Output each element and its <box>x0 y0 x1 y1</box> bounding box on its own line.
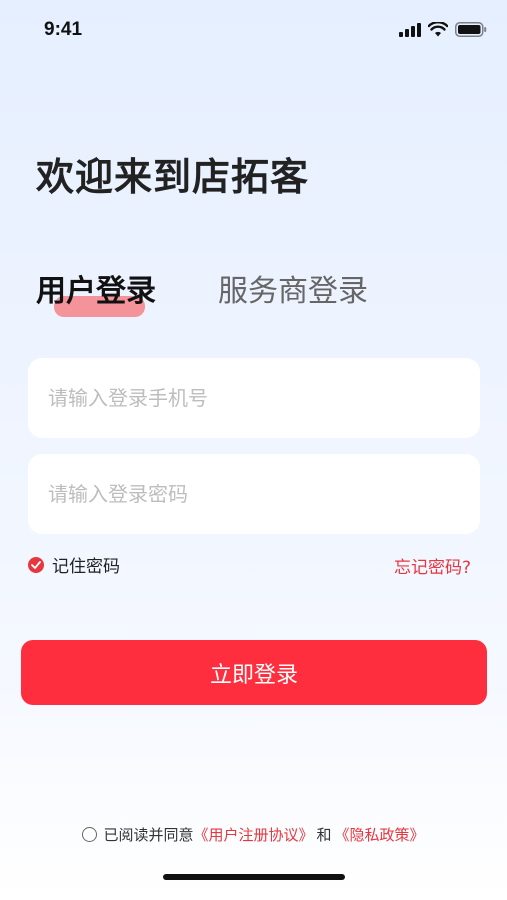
status-time: 9:41 <box>44 19 83 40</box>
agreement-prefix: 已阅读并同意 <box>103 826 194 844</box>
phone-input[interactable] <box>28 358 480 438</box>
tab-user-login[interactable]: 用户登录 <box>36 266 156 310</box>
home-indicator <box>163 874 345 880</box>
battery-icon <box>455 22 487 37</box>
user-agreement-link[interactable]: 《用户注册协议》 <box>193 824 313 845</box>
cellular-signal-icon <box>399 22 421 37</box>
agreement-radio-icon[interactable] <box>82 827 98 842</box>
agreement-conjunction: 和 <box>316 826 332 844</box>
agreement-row: 已阅读并同意 《用户注册协议》 和 《隐私政策》 <box>0 824 507 845</box>
page-title: 欢迎来到店拓客 <box>36 155 310 199</box>
tab-provider-login[interactable]: 服务商登录 <box>218 266 368 310</box>
privacy-policy-link[interactable]: 《隐私政策》 <box>335 824 425 845</box>
status-bar: 9:41 <box>0 0 507 62</box>
status-icons <box>399 22 487 37</box>
checkmark-icon[interactable] <box>28 556 44 573</box>
password-input[interactable] <box>28 454 480 534</box>
login-button[interactable]: 立即登录 <box>21 640 487 705</box>
remember-password-label: 记住密码 <box>52 557 120 577</box>
wifi-icon <box>428 22 448 37</box>
remember-password-toggle[interactable]: 记住密码 <box>28 552 120 577</box>
forgot-password-link[interactable]: 忘记密码? <box>394 553 471 578</box>
